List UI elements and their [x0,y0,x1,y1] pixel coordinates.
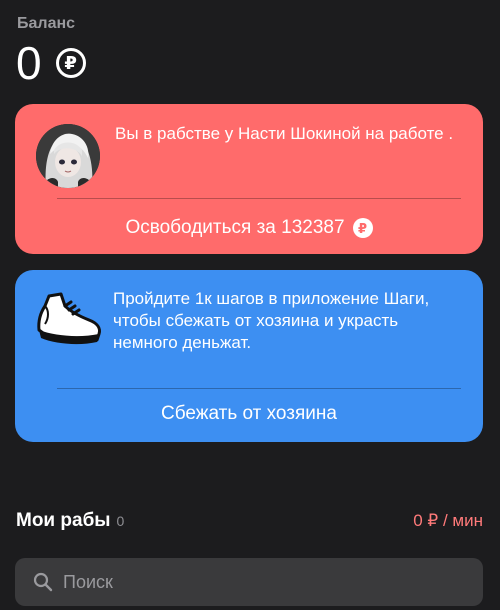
search-icon [33,572,53,592]
slaves-count: 0 [116,513,125,529]
slaves-title-group: Мои рабы 0 [16,510,124,532]
sneaker-icon [37,292,101,345]
free-yourself-button[interactable]: Освободиться за 132387 ₽ [15,208,483,248]
escape-button[interactable]: Сбежать от хозяина [15,394,483,434]
app-screen: Баланс 0 ₽ Вы в рабстве у Насти Шокиной … [0,0,500,610]
ruble-icon: ₽ [55,48,86,78]
card-divider [57,198,461,199]
income-rate: 0 ₽ / мин [413,511,483,530]
slaves-title: Мои рабы [16,510,111,531]
search-input[interactable] [63,571,483,593]
escape-message: Пройдите 1к шагов в приложение Шаги, что… [113,289,430,352]
owner-message: Вы в рабстве у Насти Шокиной на работе . [115,124,454,143]
slaves-header: Мои рабы 0 0 ₽ / мин [16,510,483,532]
balance-value: 0 [16,37,42,89]
card-divider [57,388,461,389]
balance-row: 0 ₽ [16,40,86,86]
escape-card: Пройдите 1к шагов в приложение Шаги, что… [15,270,483,442]
owner-card: Вы в рабстве у Насти Шокиной на работе .… [15,104,483,254]
balance-label: Баланс [17,15,76,32]
ruble-icon: ₽ [352,218,373,238]
search-bar[interactable] [15,558,483,606]
anime-girl-avatar-icon [36,124,100,188]
owner-avatar[interactable] [36,124,100,188]
free-button-label: Освободиться за 132387 [125,217,345,238]
